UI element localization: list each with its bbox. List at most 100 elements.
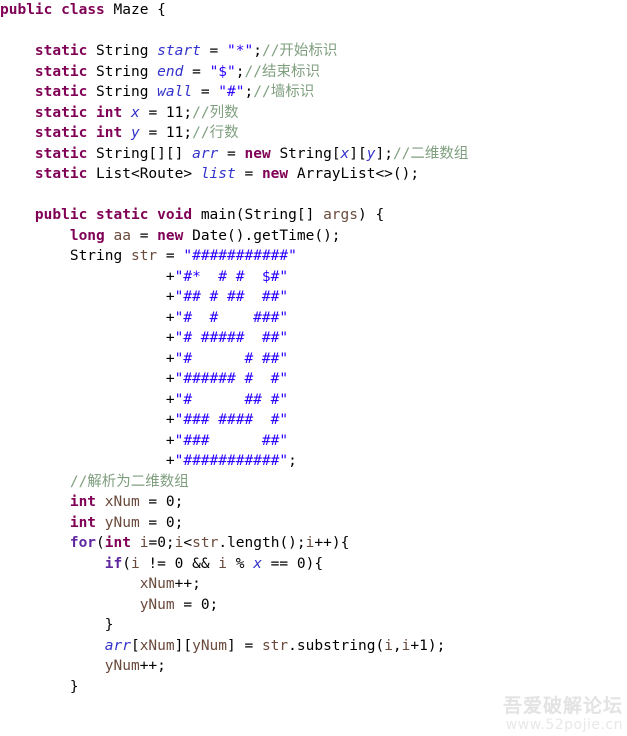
code-token-typ: ][ (349, 145, 367, 162)
code-token-typ: Date (192, 227, 228, 244)
code-token-var: xNum (104, 494, 140, 510)
code-line: for(int i=0;i<str.length();i++){ (0, 533, 468, 554)
code-token-pun: ; (183, 125, 193, 141)
code-token-pun: ); (427, 637, 446, 654)
code-token-kw: static (34, 104, 88, 121)
code-token-str: "$" (209, 63, 236, 80)
code-token-kw2: if (104, 555, 123, 572)
code-token-typ: ArrayList<>() (296, 166, 411, 182)
code-token-pun (87, 43, 96, 59)
code-token-kw: public (0, 2, 53, 18)
code-token-pun (192, 166, 201, 182)
code-line: //解析为二维数组 (0, 472, 468, 493)
watermark: 吾爱破解论坛 www.52pojie.cn (503, 695, 623, 734)
code-token-pun: + (165, 432, 175, 449)
code-token-pun (122, 105, 131, 121)
code-token-mth: substring (296, 637, 376, 654)
code-token-typ: String (96, 84, 149, 100)
code-token-pun (148, 43, 157, 59)
source-code-block[interactable]: public class Maze { static String start … (0, 0, 468, 697)
code-token-num: 11 (165, 104, 184, 121)
code-line: +"#* # # $#" (0, 267, 468, 288)
code-token-pun: = (139, 125, 166, 141)
code-token-pun: + (165, 371, 175, 387)
code-token-pun: ; (165, 535, 175, 551)
code-token-mth: getTime (253, 227, 315, 244)
code-token-num: 0 (296, 555, 306, 572)
code-token-kw: new (157, 227, 184, 244)
code-token-pun (96, 515, 105, 531)
code-token-var: aa (113, 227, 131, 244)
code-token-pun: ; (384, 145, 393, 162)
code-token-typ: String[][] (96, 145, 184, 162)
code-line: +"# ## #" (0, 390, 468, 411)
code-token-pun: + (165, 453, 175, 469)
code-token-pun: ( (375, 637, 385, 654)
watermark-site-name: 吾爱破解论坛 (502, 695, 623, 717)
code-token-mth: length (227, 535, 280, 551)
code-token-pun: = (139, 494, 166, 510)
code-token-fld: x (340, 145, 350, 162)
code-token-typ: Maze (113, 2, 149, 18)
code-line: +"# ##### ##" (0, 328, 468, 349)
code-token-pun: ; (183, 104, 193, 121)
code-line: +"# # ###" (0, 308, 468, 329)
code-token-num: 0 (200, 596, 210, 613)
code-token-pun: = (174, 596, 201, 613)
code-token-pun: = (139, 104, 166, 121)
code-token-pun: ] = (227, 637, 262, 654)
code-token-pun: + (165, 268, 175, 285)
code-token-kw: int (96, 125, 123, 141)
code-token-num: 0 (165, 494, 175, 510)
code-token-fld: arr (104, 637, 131, 654)
code-token-num: 0 (157, 535, 166, 551)
code-token-str: "### #### #" (174, 412, 289, 428)
code-token-num: 0 (165, 514, 175, 531)
code-token-kw: static (34, 84, 88, 100)
code-token-pun: ; (209, 596, 219, 613)
code-token-pun (87, 105, 96, 121)
code-token-fld: list (200, 166, 236, 182)
code-line: if(i != 0 && i % x == 0){ (0, 554, 468, 575)
code-token-str: "###########" (174, 453, 289, 469)
code-line: long aa = new Date().getTime(); (0, 226, 468, 247)
code-token-pun: ; (235, 63, 245, 80)
code-line: arr[xNum][yNum] = str.substring(i,i+1); (0, 636, 468, 657)
code-editor-pane[interactable]: public class Maze { static String start … (0, 0, 627, 736)
code-token-kw2: for (69, 535, 97, 551)
code-token-pun: = (200, 43, 228, 59)
code-token-str: "###### # #" (174, 371, 289, 387)
code-token-pun (192, 207, 201, 223)
code-token-fld: start (157, 43, 201, 59)
code-token-kw: static (34, 145, 88, 162)
code-token-kw: static (34, 166, 88, 182)
code-token-kw: int (96, 104, 123, 121)
code-token-pun: (); (279, 535, 306, 551)
code-token-pun: = (148, 535, 158, 551)
code-token-typ: List<Route> (96, 166, 193, 182)
code-token-pun (148, 84, 157, 100)
code-line: static String end = "$";//结束标识 (0, 62, 468, 83)
code-token-cmt: //解析为二维数组 (69, 473, 189, 490)
code-token-pun: ; (244, 84, 254, 100)
watermark-url: www.52pojie.cn (505, 717, 623, 733)
code-token-str: "# # ##" (174, 350, 289, 367)
code-token-var: str (192, 535, 219, 551)
code-token-kw: long (69, 227, 105, 244)
code-token-cmt: //结束标识 (244, 63, 320, 80)
code-token-pun: . (218, 535, 228, 551)
code-token-var: yNum (192, 637, 228, 654)
code-token-typ: String (96, 43, 149, 59)
code-line: yNum = 0; (0, 595, 468, 616)
code-line: static String[][] arr = new String[x][y]… (0, 144, 469, 165)
code-token-kw: class (61, 2, 105, 18)
